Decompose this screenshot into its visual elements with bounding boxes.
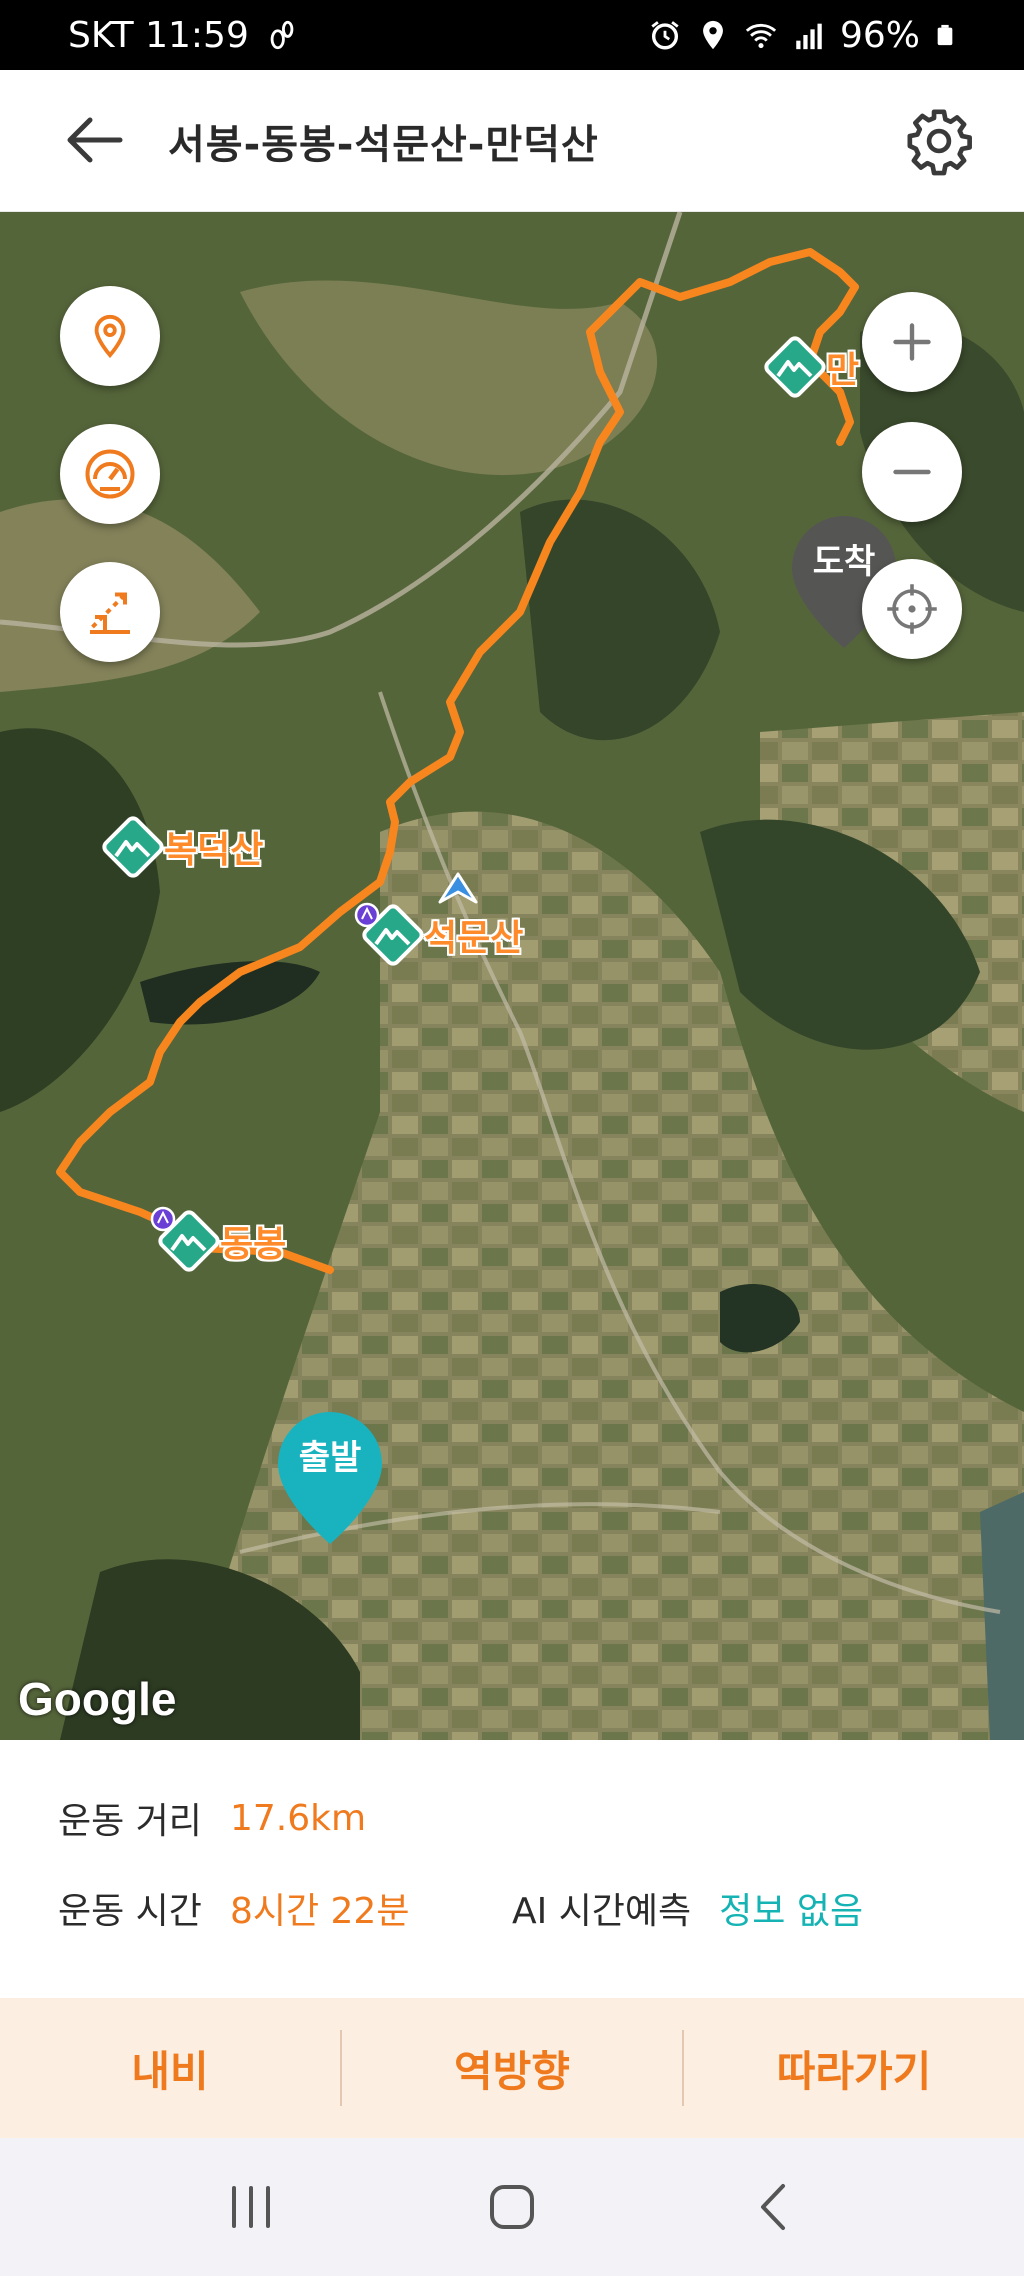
distance-value: 17.6km: [229, 1797, 367, 1839]
peak-marker[interactable]: 만: [760, 332, 859, 402]
zoom-out-icon: [893, 469, 931, 475]
recents-icon: [231, 2186, 270, 2228]
time-label: 운동 시간: [58, 1891, 202, 1932]
reverse-button[interactable]: 역방향: [342, 1998, 682, 2138]
speedometer-button[interactable]: [60, 424, 160, 524]
wifi-icon: [745, 23, 777, 49]
waypoint-badge-icon: [354, 902, 380, 928]
satellite-map: [0, 212, 1024, 1740]
peak-label: 복덕산: [164, 830, 264, 871]
home-button[interactable]: [462, 2167, 562, 2247]
google-attribution: Google: [18, 1673, 177, 1725]
ai-prediction-row: AI 시간예측 정보 없음: [512, 1882, 863, 1934]
app-header: 서봉-동봉-석문산-만덕산: [0, 70, 1024, 212]
distance-row: 운동 거리 17.6km: [58, 1792, 366, 1844]
peak-label: 만: [826, 350, 860, 391]
time-value: 8시간 22분: [229, 1891, 410, 1932]
alarm-icon: [651, 21, 679, 50]
zoom-out-button[interactable]: [862, 422, 962, 522]
elevation-button[interactable]: [60, 562, 160, 662]
time-row: 운동 시간 8시간 22분: [58, 1882, 409, 1934]
footprint-icon: [270, 20, 294, 50]
zoom-in-icon: [893, 323, 931, 361]
location-icon: [703, 20, 723, 50]
start-pin[interactable]: 출발: [274, 1408, 386, 1548]
route-info-sheet: 운동 거리 17.6km 운동 시간 8시간 22분 AI 시간예측 정보 없음: [0, 1740, 1024, 1998]
speedometer-icon: [85, 449, 135, 499]
peak-marker[interactable]: 복덕산: [98, 812, 263, 882]
ai-prediction-value: 정보 없음: [719, 1891, 864, 1932]
start-pin-label: 출발: [298, 1438, 362, 1478]
mountain-icon: [764, 336, 826, 398]
location-pin-button[interactable]: [60, 286, 160, 386]
map-view[interactable]: 만 도착 복덕산 석문산 동봉 출발 Google: [0, 212, 1024, 1740]
peak-label: 석문산: [424, 918, 524, 959]
back-nav-button[interactable]: [723, 2167, 823, 2247]
distance-label: 운동 거리: [58, 1801, 202, 1842]
battery-icon: [937, 24, 953, 46]
status-carrier-time: SKT 11:59: [68, 14, 249, 56]
navi-button[interactable]: 내비: [0, 1998, 340, 2138]
follow-button[interactable]: 따라가기: [684, 1998, 1024, 2138]
arrow-left-icon[interactable]: [60, 110, 130, 170]
location-pin-icon: [94, 314, 126, 359]
crosshair-button[interactable]: [862, 559, 962, 659]
recents-button[interactable]: [201, 2167, 301, 2247]
mountain-icon: [102, 816, 164, 878]
battery-percent: 96%: [839, 14, 920, 56]
action-bar: 내비 역방향 따라가기: [0, 1998, 1024, 2138]
home-icon: [489, 2185, 534, 2229]
elevation-icon: [90, 592, 130, 634]
gear-icon[interactable]: [904, 106, 974, 176]
peak-label: 동봉: [220, 1224, 287, 1265]
page-title: 서봉-동봉-석문산-만덕산: [168, 122, 599, 168]
ai-prediction-label: AI 시간예측: [512, 1891, 692, 1932]
zoom-in-button[interactable]: [862, 292, 962, 392]
system-nav-bar: [0, 2138, 1024, 2276]
waypoint-badge-icon: [150, 1206, 176, 1232]
peak-marker[interactable]: 석문산: [358, 900, 523, 970]
back-icon: [761, 2184, 786, 2230]
signal-icon: [796, 23, 822, 50]
status-bar: SKT 11:59 96%: [0, 0, 1024, 70]
crosshair-icon: [887, 584, 937, 634]
